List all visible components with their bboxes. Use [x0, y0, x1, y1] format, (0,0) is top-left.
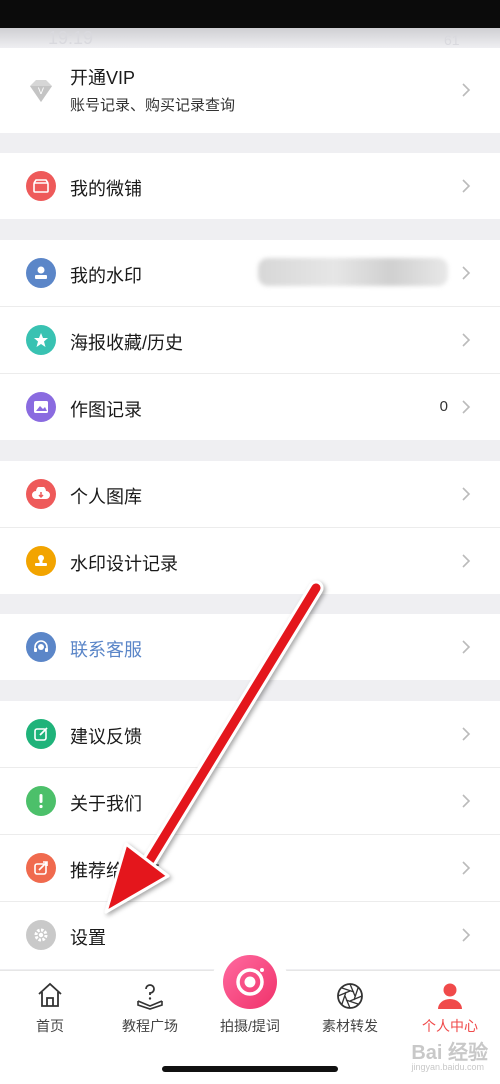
user-icon [438, 983, 462, 1009]
tab-label: 教程广场 [122, 1018, 178, 1034]
tab-label: 个人中心 [422, 1018, 478, 1034]
book-question-icon [137, 984, 163, 1010]
tab-profile[interactable]: 个人中心 [400, 971, 500, 1041]
home-icon [38, 982, 62, 1007]
tab-label: 素材转发 [322, 1018, 378, 1034]
home-indicator [162, 1066, 338, 1072]
tab-label: 首页 [36, 1018, 64, 1034]
tab-tutorial[interactable]: 教程广场 [100, 971, 200, 1041]
camera-button[interactable] [212, 944, 288, 1020]
red-arrow-annotation [104, 580, 324, 914]
camera-icon [223, 955, 277, 1009]
aperture-icon [337, 983, 363, 1009]
tab-home[interactable]: 首页 [0, 971, 100, 1041]
watermark-site: jingyan.baidu.com [411, 1062, 484, 1072]
baidu-jingyan-watermark: Bai 经验 [411, 1042, 488, 1064]
tab-material[interactable]: 素材转发 [300, 971, 400, 1041]
